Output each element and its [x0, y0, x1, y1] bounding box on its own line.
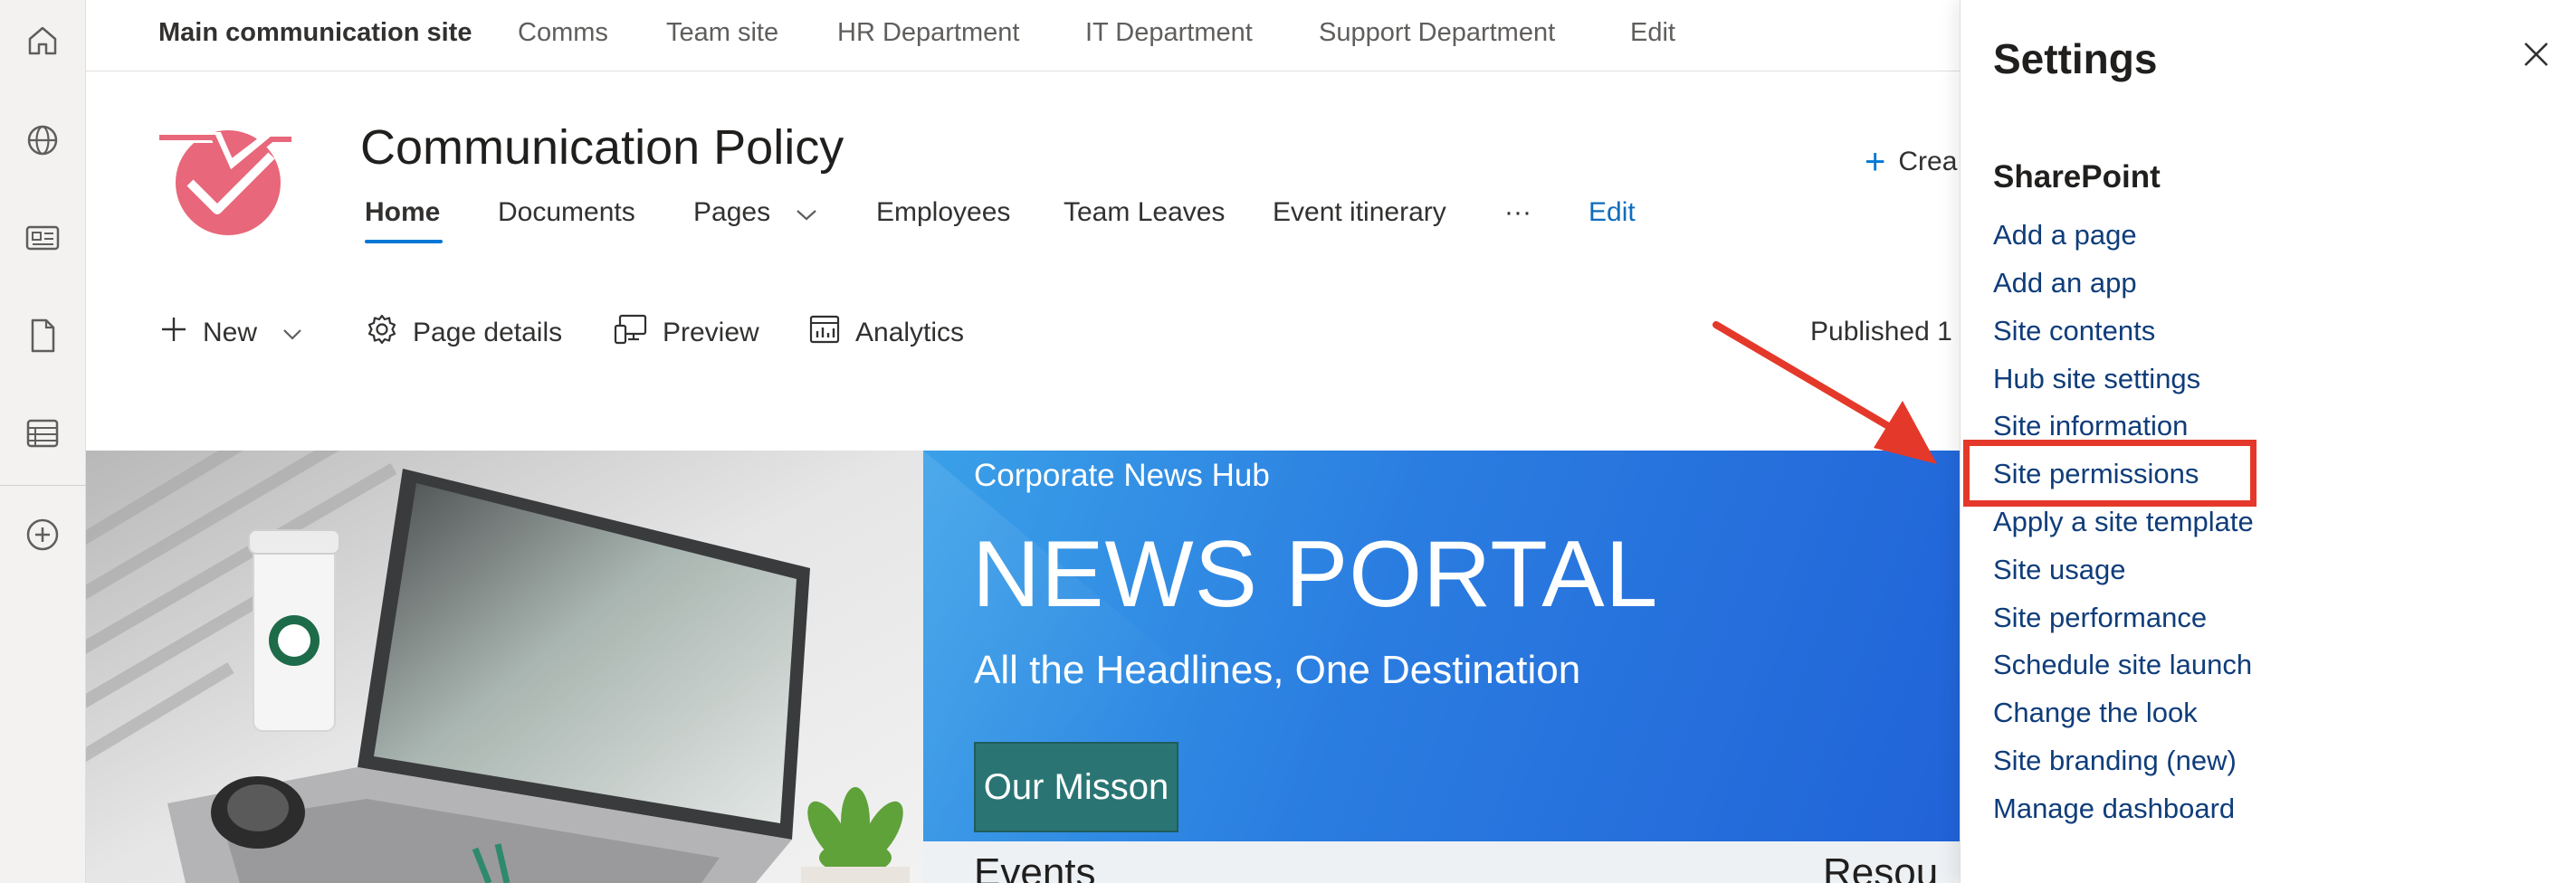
settings-link-site-contents[interactable]: Site contents [1993, 315, 2155, 347]
hub-link-comms[interactable]: Comms [518, 0, 608, 65]
hub-link-support[interactable]: Support Department [1319, 0, 1555, 65]
news-icon[interactable] [18, 214, 67, 262]
nav-documents[interactable]: Documents [498, 197, 635, 228]
hero-subtitle: All the Headlines, One Destination [974, 648, 1581, 692]
annotation-arrow [1713, 321, 1937, 464]
analytics-button[interactable]: Analytics [808, 315, 964, 351]
settings-link-site-information[interactable]: Site information [1993, 410, 2188, 442]
our-mission-button[interactable]: Our Misson [974, 742, 1178, 832]
analytics-icon [808, 314, 841, 352]
plus-icon: + [1865, 142, 1886, 182]
add-circle-icon[interactable] [18, 510, 67, 559]
settings-link-site-performance[interactable]: Site performance [1993, 602, 2207, 634]
gear-icon [366, 313, 398, 353]
list-icon[interactable] [18, 409, 67, 458]
nav-pages[interactable]: Pages [693, 197, 817, 229]
resources-heading: Resou [1823, 850, 1939, 883]
nav-edit-link[interactable]: Edit [1589, 197, 1636, 228]
hub-link-team-site[interactable]: Team site [666, 0, 778, 65]
settings-panel-title: Settings [1993, 35, 2158, 82]
settings-link-site-branding[interactable]: Site branding (new) [1993, 745, 2237, 777]
settings-link-site-usage[interactable]: Site usage [1993, 554, 2126, 586]
chevron-down-icon [796, 198, 817, 229]
settings-link-hub-site-settings[interactable]: Hub site settings [1993, 363, 2200, 395]
site-title: Communication Policy [360, 120, 844, 175]
analytics-label: Analytics [855, 318, 965, 347]
settings-link-schedule-site-launch[interactable]: Schedule site launch [1993, 649, 2252, 681]
nav-pages-label: Pages [693, 197, 771, 227]
preview-icon [614, 313, 648, 353]
site-permissions-highlight [1963, 440, 2256, 507]
create-button[interactable]: + Crea [1865, 142, 1958, 182]
preview-button[interactable]: Preview [614, 313, 759, 353]
settings-link-add-app[interactable]: Add an app [1993, 267, 2137, 299]
hero-title: NEWS PORTAL [972, 522, 1659, 627]
hub-home-link[interactable]: Main communication site [158, 0, 472, 65]
section-headings-strip: Events Resou [923, 841, 1960, 883]
nav-more-button[interactable]: ··· [1504, 197, 1531, 228]
events-heading: Events [974, 850, 1096, 883]
new-button[interactable]: New [159, 315, 302, 351]
settings-section-heading: SharePoint [1993, 159, 2161, 195]
nav-home[interactable]: Home [365, 197, 440, 228]
chevron-down-icon [282, 318, 302, 348]
hero-image [86, 451, 923, 883]
nav-team-leaves[interactable]: Team Leaves [1064, 197, 1225, 228]
site-logo[interactable] [154, 119, 299, 237]
plus-icon [159, 315, 188, 351]
hub-edit-link[interactable]: Edit [1630, 0, 1675, 65]
settings-link-change-the-look[interactable]: Change the look [1993, 697, 2198, 729]
home-icon[interactable] [18, 16, 67, 65]
close-icon[interactable] [2514, 33, 2558, 76]
hub-link-it[interactable]: IT Department [1085, 0, 1253, 65]
create-label: Crea [1898, 147, 1958, 176]
hero-banner: Corporate News Hub NEWS PORTAL All the H… [923, 451, 1960, 841]
hub-link-hr[interactable]: HR Department [837, 0, 1019, 65]
app-bar [0, 0, 86, 883]
hero-eyebrow: Corporate News Hub [974, 458, 1270, 493]
settings-link-apply-site-template[interactable]: Apply a site template [1993, 506, 2254, 538]
settings-link-manage-dashboard[interactable]: Manage dashboard [1993, 793, 2235, 825]
hub-navigation: Main communication site Comms Team site … [86, 0, 1960, 71]
globe-icon[interactable] [18, 116, 67, 165]
preview-label: Preview [663, 318, 759, 347]
page-details-button[interactable]: Page details [366, 313, 563, 353]
nav-employees[interactable]: Employees [876, 197, 1010, 228]
new-label: New [203, 318, 258, 347]
settings-link-add-page[interactable]: Add a page [1993, 219, 2137, 252]
app-bar-divider [0, 485, 86, 486]
nav-active-indicator [365, 240, 443, 243]
document-icon[interactable] [18, 311, 67, 360]
nav-event-itinerary[interactable]: Event itinerary [1273, 197, 1446, 228]
page-details-label: Page details [413, 318, 563, 347]
